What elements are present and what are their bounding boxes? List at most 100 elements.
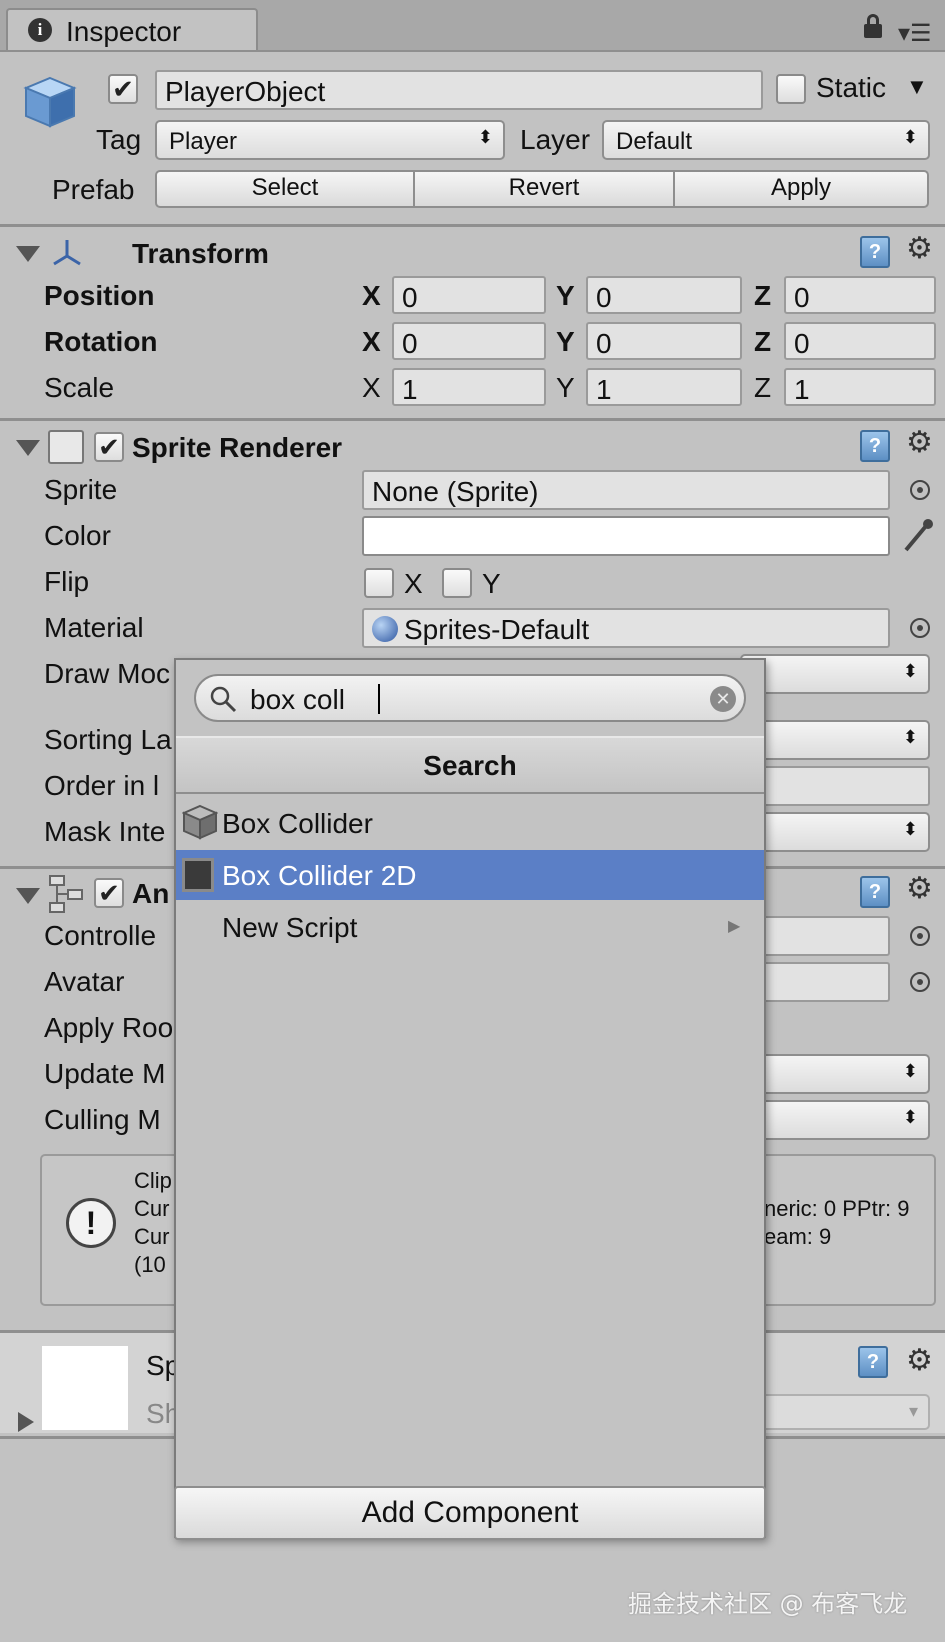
lock-shackle-icon: [867, 14, 879, 26]
prefab-revert-button[interactable]: Revert: [413, 170, 675, 208]
culling-mode-label: Culling M: [44, 1104, 161, 1135]
prefab-label: Prefab: [52, 174, 135, 205]
flip-x-checkbox[interactable]: [364, 568, 394, 598]
add-component-button[interactable]: Add Component: [174, 1486, 766, 1540]
search-icon: [208, 684, 238, 719]
order-in-layer-label: Order in l: [44, 770, 160, 801]
active-checkbox[interactable]: ✔: [108, 74, 138, 104]
tag-dropdown[interactable]: Player ⬍: [155, 120, 505, 160]
mask-interaction-dropdown[interactable]: ⬍: [740, 812, 930, 852]
search-query: box coll: [250, 684, 345, 715]
tab-inspector[interactable]: i Inspector: [6, 8, 258, 52]
sprite-renderer-enabled-checkbox[interactable]: ✔: [94, 432, 124, 462]
position-y-field[interactable]: 0: [586, 276, 742, 314]
culling-mode-dropdown[interactable]: ⬍: [740, 1100, 930, 1140]
axis-z-label: Z: [754, 280, 772, 311]
foldout-expanded-icon[interactable]: [16, 246, 40, 262]
updown-arrow-icon: ⬍: [902, 727, 918, 747]
help-book-icon[interactable]: ?: [858, 1346, 888, 1378]
lock-icon[interactable]: [864, 24, 882, 38]
object-name-field[interactable]: PlayerObject: [155, 70, 763, 110]
object-picker-icon[interactable]: [910, 926, 930, 946]
sprite-renderer-title: Sprite Renderer: [132, 432, 343, 463]
rotation-x-field[interactable]: 0: [392, 322, 546, 360]
help-book-icon[interactable]: ?: [860, 876, 890, 908]
menu-icon[interactable]: ▾☰: [898, 22, 932, 46]
draw-mode-dropdown[interactable]: ⬍: [740, 654, 930, 694]
position-label: Position: [44, 280, 155, 311]
updown-arrow-icon: ⬍: [902, 819, 918, 839]
animator-enabled-checkbox[interactable]: ✔: [94, 878, 124, 908]
layer-label: Layer: [520, 124, 591, 155]
scale-label: Scale: [44, 372, 115, 403]
foldout-expanded-icon[interactable]: [16, 888, 40, 904]
flip-y-checkbox[interactable]: [442, 568, 472, 598]
order-in-layer-field[interactable]: [740, 766, 930, 806]
axis-x-label: X: [362, 326, 381, 357]
layer-value: Default: [616, 128, 693, 155]
object-picker-icon[interactable]: [910, 618, 930, 638]
position-x-field[interactable]: 0: [392, 276, 546, 314]
static-checkbox[interactable]: [776, 74, 806, 104]
axis-z-label: Z: [754, 372, 772, 403]
info-icon: i: [28, 18, 52, 42]
update-mode-dropdown[interactable]: ⬍: [740, 1054, 930, 1094]
axis-x-label: X: [362, 372, 381, 403]
shader-dropdown[interactable]: ▾: [740, 1394, 930, 1430]
info-right-1: neric: 0 PPtr: 9: [764, 1196, 910, 1221]
gear-icon[interactable]: ⚙: [906, 428, 933, 458]
scale-y-field[interactable]: 1: [586, 368, 742, 406]
object-picker-icon[interactable]: [910, 480, 930, 500]
tag-label: Tag: [96, 124, 142, 155]
watermark: 掘金技术社区 @ 布客飞龙: [628, 1590, 908, 1618]
search-input[interactable]: box coll ✕: [194, 674, 746, 722]
list-item-selected[interactable]: Box Collider 2D: [176, 850, 764, 900]
transform-title: Transform: [132, 238, 269, 269]
sprite-renderer-icon: [48, 430, 84, 464]
clear-search-icon[interactable]: ✕: [710, 686, 736, 712]
prefab-apply-button[interactable]: Apply: [673, 170, 929, 208]
flip-x-label: X: [404, 568, 423, 599]
scale-z-field[interactable]: 1: [784, 368, 936, 406]
animator-title: An: [132, 878, 170, 909]
help-book-icon[interactable]: ?: [860, 430, 890, 462]
material-object-field[interactable]: Sprites-Default: [362, 608, 890, 648]
gear-icon[interactable]: ⚙: [906, 1346, 933, 1376]
updown-arrow-icon: ⬍: [477, 127, 493, 147]
prefab-select-button[interactable]: Select: [155, 170, 415, 208]
info-line-1: Clip: [134, 1168, 172, 1193]
material-preview: [42, 1346, 128, 1430]
popup-header: Search: [176, 736, 764, 794]
static-dropdown-arrow-icon[interactable]: ▼: [906, 76, 928, 98]
avatar-label: Avatar: [44, 966, 125, 997]
updown-arrow-icon: ⬍: [902, 661, 918, 681]
list-item[interactable]: Box Collider: [176, 798, 764, 848]
chevron-right-icon: ▶: [728, 918, 741, 935]
updown-arrow-icon: ⬍: [902, 1061, 918, 1081]
static-label: Static: [816, 72, 887, 103]
divider: [0, 418, 945, 421]
mask-interaction-label: Mask Inte: [44, 816, 166, 847]
layer-dropdown[interactable]: Default ⬍: [602, 120, 930, 160]
help-book-icon[interactable]: ?: [860, 236, 890, 268]
axis-y-label: Y: [556, 280, 575, 311]
foldout-expanded-icon[interactable]: [16, 440, 40, 456]
foldout-collapsed-icon[interactable]: [18, 1412, 34, 1432]
eyedropper-icon[interactable]: [900, 516, 936, 561]
sorting-layer-dropdown[interactable]: ⬍: [740, 720, 930, 760]
rotation-y-field[interactable]: 0: [586, 322, 742, 360]
object-picker-icon[interactable]: [910, 972, 930, 992]
sprite-object-field[interactable]: None (Sprite): [362, 470, 890, 510]
gear-icon[interactable]: ⚙: [906, 874, 933, 904]
draw-mode-label: Draw Moc: [44, 658, 171, 689]
controller-label: Controlle: [44, 920, 157, 951]
color-swatch[interactable]: [362, 516, 890, 556]
rotation-z-field[interactable]: 0: [784, 322, 936, 360]
new-script-item[interactable]: New Script ▶: [176, 902, 764, 952]
update-mode-label: Update M: [44, 1058, 166, 1089]
gear-icon[interactable]: ⚙: [906, 234, 933, 264]
scale-x-field[interactable]: 1: [392, 368, 546, 406]
material-value: Sprites-Default: [404, 614, 590, 645]
position-z-field[interactable]: 0: [784, 276, 936, 314]
axis-z-label: Z: [754, 326, 772, 357]
